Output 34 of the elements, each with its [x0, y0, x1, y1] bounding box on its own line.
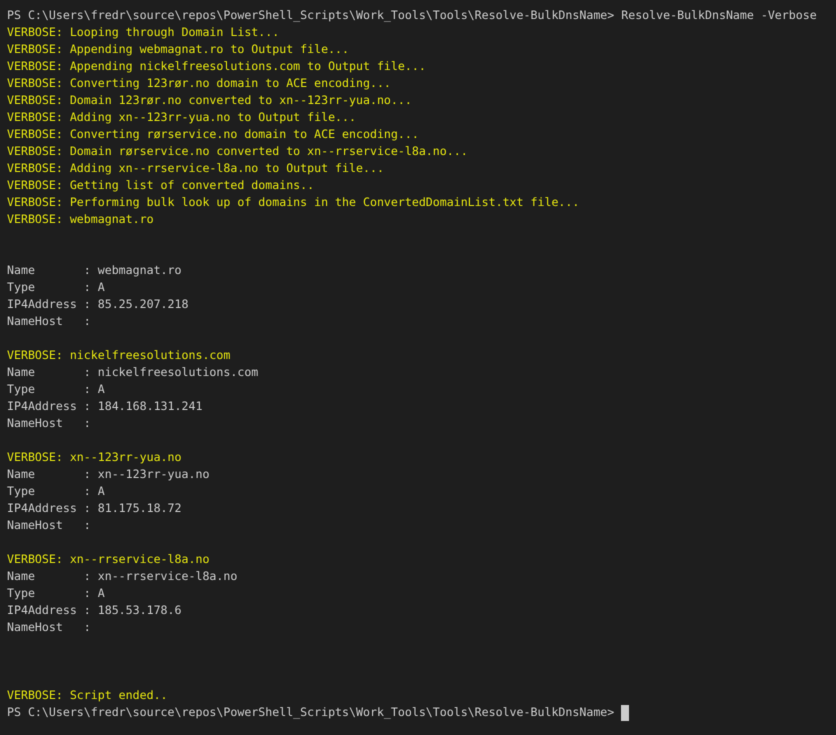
verbose-message: VERBOSE: Domain 123rør.no converted to xn--123rr-yua.no... — [7, 92, 412, 109]
verbose-message: VERBOSE: Appending nickelfreesolutions.com to Output file... — [7, 58, 426, 75]
verbose-message: VERBOSE: Looping through Domain List... — [7, 24, 280, 41]
verbose-message: VERBOSE: Adding xn--rrservice-l8a.no to Output file... — [7, 160, 384, 177]
verbose-message: VERBOSE: Converting 123rør.no domain to ACE encoding... — [7, 75, 391, 92]
verbose-message: VERBOSE: Converting rørservice.no domain to ACE encoding... — [7, 126, 419, 143]
output-line: Name : nickelfreesolutions.com — [7, 364, 258, 381]
output-line: Name : xn--123rr-yua.no — [7, 466, 210, 483]
output-line: IP4Address : 185.53.178.6 — [7, 602, 182, 619]
output-line: NameHost : — [7, 415, 91, 432]
verbose-message: VERBOSE: Domain rørservice.no converted to xn--rrservice-l8a.no... — [7, 143, 468, 160]
output-line: IP4Address : 81.175.18.72 — [7, 500, 182, 517]
output-line: Type : A — [7, 585, 105, 602]
verbose-message: VERBOSE: Adding xn--123rr-yua.no to Output file... — [7, 109, 356, 126]
verbose-message: VERBOSE: nickelfreesolutions.com — [7, 347, 230, 364]
verbose-message: VERBOSE: Getting list of converted domains.. — [7, 177, 314, 194]
verbose-message: VERBOSE: xn--123rr-yua.no — [7, 449, 182, 466]
verbose-message: VERBOSE: xn--rrservice-l8a.no — [7, 551, 210, 568]
prompt-line: PS C:\Users\fredr\source\repos\PowerShell_Scripts\Work_Tools\Tools\Resolve-BulkDnsName> — [7, 704, 614, 721]
output-line: Type : A — [7, 381, 105, 398]
output-line: NameHost : — [7, 517, 91, 534]
verbose-message: VERBOSE: Script ended.. — [7, 687, 168, 704]
output-line: NameHost : — [7, 313, 91, 330]
output-line: Type : A — [7, 279, 105, 296]
output-line: Name : xn--rrservice-l8a.no — [7, 568, 238, 585]
output-line: Type : A — [7, 483, 105, 500]
output-line: NameHost : — [7, 619, 91, 636]
output-line: IP4Address : 184.168.131.241 — [7, 398, 202, 415]
output-line: Name : webmagnat.ro — [7, 262, 182, 279]
verbose-message: VERBOSE: Appending webmagnat.ro to Output file... — [7, 41, 350, 58]
output-line: IP4Address : 85.25.207.218 — [7, 296, 188, 313]
verbose-message: VERBOSE: Performing bulk look up of domains in the ConvertedDomainList.txt file... — [7, 194, 580, 211]
prompt-line: PS C:\Users\fredr\source\repos\PowerShell_Scripts\Work_Tools\Tools\Resolve-BulkDnsName> Resolve-BulkDnsName -Verbose — [7, 7, 817, 24]
verbose-message: VERBOSE: webmagnat.ro — [7, 211, 154, 228]
